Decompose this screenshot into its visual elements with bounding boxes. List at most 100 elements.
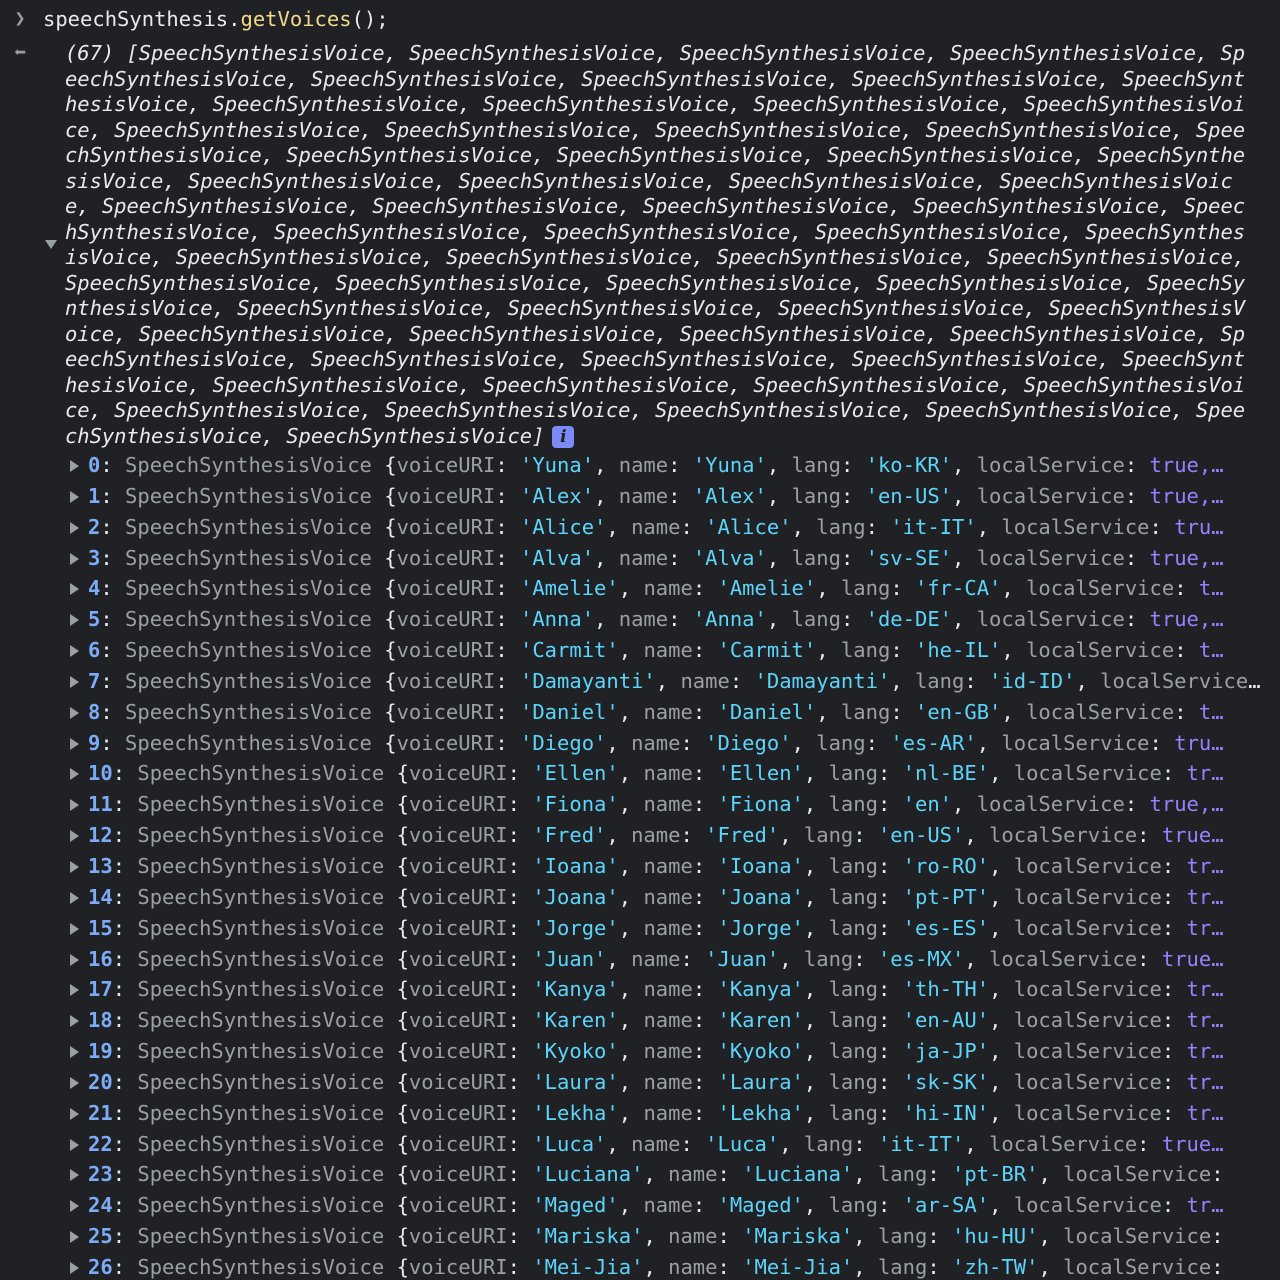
expand-triangle-icon[interactable] <box>70 830 79 843</box>
console-input-line[interactable]: ❯ speechSynthesis.getVoices(); <box>0 4 1280 34</box>
brace: { <box>396 1254 409 1279</box>
comma: , <box>989 884 1014 909</box>
voice-row[interactable]: 1: SpeechSynthesisVoice {voiceURI: 'Alex… <box>0 481 1262 512</box>
colon: : <box>692 915 718 940</box>
voice-row[interactable]: 26: SpeechSynthesisVoice {voiceURI: 'Mei… <box>0 1252 1262 1280</box>
voice-row[interactable]: 19: SpeechSynthesisVoice {voiceURI: 'Kyo… <box>0 1036 1262 1067</box>
voice-row[interactable]: 22: SpeechSynthesisVoice {voiceURI: 'Luc… <box>0 1129 1262 1160</box>
class-name: SpeechSynthesisVoice <box>125 730 385 755</box>
voice-row[interactable]: 25: SpeechSynthesisVoice {voiceURI: 'Mar… <box>0 1221 1262 1252</box>
key-localservice: localService <box>1013 1069 1162 1094</box>
voice-row-text: 11: SpeechSynthesisVoice {voiceURI: 'Fio… <box>88 789 1262 820</box>
voice-row[interactable]: 8: SpeechSynthesisVoice {voiceURI: 'Dani… <box>0 697 1262 728</box>
comma: , <box>976 514 1002 539</box>
expand-triangle-icon[interactable] <box>70 1169 79 1182</box>
expand-triangle-icon[interactable] <box>70 706 79 719</box>
expand-triangle-icon[interactable] <box>70 645 79 658</box>
array-summary[interactable]: (67) [SpeechSynthesisVoice, SpeechSynthe… <box>65 41 1255 449</box>
key-voiceuri: voiceURI <box>396 576 496 601</box>
expand-triangle-icon[interactable] <box>70 583 79 596</box>
voice-row[interactable]: 21: SpeechSynthesisVoice {voiceURI: 'Lek… <box>0 1098 1262 1129</box>
expand-triangle-icon[interactable] <box>70 984 79 997</box>
expand-triangle-icon[interactable] <box>70 891 79 904</box>
voice-row[interactable]: 2: SpeechSynthesisVoice {voiceURI: 'Alic… <box>0 512 1262 543</box>
voice-row[interactable]: 14: SpeechSynthesisVoice {voiceURI: 'Joa… <box>0 882 1262 913</box>
comma: , <box>1001 576 1027 601</box>
voice-row[interactable]: 7: SpeechSynthesisVoice {voiceURI: 'Dama… <box>0 666 1262 697</box>
brace: { <box>384 668 397 693</box>
voice-row[interactable]: 16: SpeechSynthesisVoice {voiceURI: 'Jua… <box>0 944 1262 975</box>
key-name: name <box>631 946 681 971</box>
voice-row-text: 3: SpeechSynthesisVoice {voiceURI: 'Alva… <box>88 543 1262 574</box>
expand-triangle-icon[interactable] <box>70 860 79 873</box>
voice-row-text: 22: SpeechSynthesisVoice {voiceURI: 'Luc… <box>88 1129 1262 1160</box>
voice-row[interactable]: 4: SpeechSynthesisVoice {voiceURI: 'Amel… <box>0 573 1262 604</box>
lang-value: 'ar-SA' <box>902 1193 990 1218</box>
key-localservice: localService <box>1013 1039 1162 1064</box>
key-voiceuri: voiceURI <box>408 1008 508 1033</box>
voice-row-text: 6: SpeechSynthesisVoice {voiceURI: 'Carm… <box>88 635 1262 666</box>
expand-triangle-icon[interactable] <box>70 460 79 472</box>
voice-row[interactable]: 15: SpeechSynthesisVoice {voiceURI: 'Jor… <box>0 913 1262 944</box>
name-value: 'Fiona' <box>717 792 804 817</box>
colon: : <box>507 823 533 848</box>
localservice-value: tr… <box>1186 1039 1224 1064</box>
expand-triangle-icon[interactable] <box>70 799 79 812</box>
voice-row[interactable]: 18: SpeechSynthesisVoice {voiceURI: 'Kar… <box>0 1005 1262 1036</box>
expand-triangle-icon[interactable] <box>70 737 79 750</box>
colon: : <box>507 946 533 971</box>
expand-triangle-icon[interactable] <box>70 675 79 688</box>
voice-row[interactable]: 6: SpeechSynthesisVoice {voiceURI: 'Carm… <box>0 635 1262 666</box>
voice-row[interactable]: 20: SpeechSynthesisVoice {voiceURI: 'Lau… <box>0 1067 1262 1098</box>
name-value: 'Karen' <box>717 1008 804 1033</box>
key-voiceuri: voiceURI <box>408 792 508 817</box>
array-expanded-triangle-icon[interactable] <box>44 238 58 250</box>
expand-triangle-icon[interactable] <box>70 1107 79 1120</box>
expand-triangle-icon[interactable] <box>70 1138 79 1151</box>
expand-triangle-icon[interactable] <box>70 768 79 781</box>
brace: { <box>384 514 397 539</box>
voice-row[interactable]: 9: SpeechSynthesisVoice {voiceURI: 'Dieg… <box>0 728 1262 759</box>
expand-triangle-icon[interactable] <box>70 1231 79 1244</box>
name-value: 'Jorge' <box>717 915 804 940</box>
expand-triangle-icon[interactable] <box>70 1200 79 1213</box>
voice-index: 19 <box>88 1039 113 1064</box>
comma: , <box>618 699 644 724</box>
key-localservice: localService <box>989 946 1138 971</box>
colon: : <box>692 884 718 909</box>
voice-row[interactable]: 13: SpeechSynthesisVoice {voiceURI: 'Ioa… <box>0 851 1262 882</box>
voice-row[interactable]: 24: SpeechSynthesisVoice {voiceURI: 'Mag… <box>0 1190 1262 1221</box>
expand-triangle-icon[interactable] <box>70 552 79 565</box>
key-voiceuri: voiceURI <box>396 699 496 724</box>
expand-triangle-icon[interactable] <box>70 521 79 534</box>
expand-triangle-icon[interactable] <box>70 1046 79 1059</box>
voice-row[interactable]: 23: SpeechSynthesisVoice {voiceURI: 'Luc… <box>0 1159 1262 1190</box>
voice-row[interactable]: 17: SpeechSynthesisVoice {voiceURI: 'Kan… <box>0 974 1262 1005</box>
voice-row[interactable]: 3: SpeechSynthesisVoice {voiceURI: 'Alva… <box>0 543 1262 574</box>
voice-index: 17 <box>88 977 113 1002</box>
lang-value: 'fr-CA' <box>915 576 1002 601</box>
expand-triangle-icon[interactable] <box>70 1076 79 1089</box>
key-lang: lang <box>828 761 878 786</box>
class-name: SpeechSynthesisVoice <box>125 699 385 724</box>
voice-row[interactable]: 11: SpeechSynthesisVoice {voiceURI: 'Fio… <box>0 789 1262 820</box>
key-localservice: localService <box>1013 915 1162 940</box>
voice-row[interactable]: 10: SpeechSynthesisVoice {voiceURI: 'Ell… <box>0 758 1262 789</box>
expand-triangle-icon[interactable] <box>70 614 79 627</box>
voice-row[interactable]: 0: SpeechSynthesisVoice {voiceURI: 'Yuna… <box>0 450 1262 481</box>
expand-triangle-icon[interactable] <box>70 953 79 966</box>
expand-triangle-icon[interactable] <box>70 922 79 935</box>
voice-row[interactable]: 5: SpeechSynthesisVoice {voiceURI: 'Anna… <box>0 604 1262 635</box>
class-name: SpeechSynthesisVoice <box>125 453 385 477</box>
colon: : <box>507 1008 533 1033</box>
console-input-text[interactable]: speechSynthesis.getVoices(); <box>43 4 389 34</box>
voice-row[interactable]: 12: SpeechSynthesisVoice {voiceURI: 'Fre… <box>0 820 1262 851</box>
expand-triangle-icon[interactable] <box>70 1015 79 1028</box>
key-name: name <box>668 1254 718 1279</box>
brace: { <box>396 977 409 1002</box>
lang-value: 'pt-PT' <box>902 884 990 909</box>
expand-triangle-icon[interactable] <box>70 490 79 503</box>
expand-triangle-icon[interactable] <box>70 1261 79 1274</box>
info-icon[interactable]: i <box>552 425 575 448</box>
localservice-value: tr… <box>1186 1008 1224 1033</box>
